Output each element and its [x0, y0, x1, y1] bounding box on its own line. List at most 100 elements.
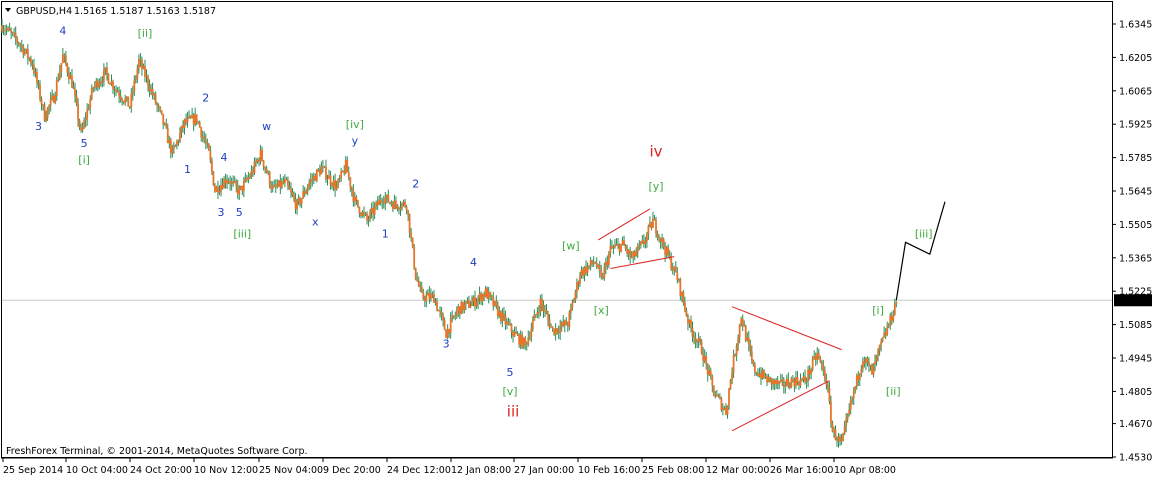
candle-body	[538, 312, 540, 314]
wave-label: [y]	[648, 180, 663, 193]
candle-body	[420, 286, 423, 292]
candle-body	[709, 370, 712, 377]
candle-body	[395, 200, 397, 205]
wave-label: [x]	[594, 304, 609, 317]
candle-body	[875, 355, 878, 362]
candle-body	[830, 401, 832, 423]
candle-body	[668, 255, 671, 257]
candle-body	[691, 328, 694, 337]
candle-body	[528, 337, 531, 339]
candle-body	[207, 144, 210, 151]
candle-body	[699, 338, 702, 343]
candle-body	[747, 337, 750, 345]
candle-body	[463, 304, 466, 311]
candle-body	[262, 160, 265, 168]
candle-body	[23, 51, 26, 55]
wave-label: x	[312, 216, 319, 229]
candle-body	[87, 108, 90, 110]
candle-body	[276, 186, 279, 188]
candle-body	[227, 180, 230, 182]
candle-body	[133, 80, 136, 92]
candle-body	[685, 310, 688, 316]
candle-body	[369, 211, 371, 220]
candle-body	[39, 84, 41, 100]
candle-body	[346, 160, 349, 173]
candle-body	[10, 30, 13, 33]
candle-body	[822, 365, 825, 371]
y-tick-label: 1.5365	[1119, 253, 1152, 264]
candle-body	[5, 29, 8, 31]
candle-body	[571, 302, 574, 308]
wave-label: 5	[81, 137, 88, 150]
candle-body	[425, 295, 428, 302]
candle-body	[711, 376, 714, 386]
candle-body	[647, 226, 650, 235]
wave-label: y	[352, 134, 359, 147]
x-tick-label: 24 Oct 20:00	[130, 465, 192, 476]
candle-body	[489, 292, 492, 296]
y-tick-label: 1.4945	[1119, 353, 1152, 364]
candle-body	[379, 199, 382, 202]
candle-body	[174, 145, 177, 147]
candle-body	[118, 92, 121, 97]
y-tick-label: 1.6065	[1119, 86, 1152, 97]
candle-body	[92, 87, 95, 89]
candle-body	[655, 220, 657, 234]
symbol-dropdown-icon[interactable]	[5, 8, 11, 12]
current-price-label: 1.5187	[1118, 296, 1151, 307]
wave-label: [iii]	[915, 228, 933, 241]
candle-body	[203, 136, 206, 141]
candle-body	[162, 113, 165, 125]
candle-body	[868, 362, 870, 365]
wave-label: [i]	[872, 304, 884, 317]
candle-body	[61, 54, 64, 64]
candle-body	[63, 54, 66, 56]
candle-body	[204, 140, 207, 144]
price-chart[interactable]: 1.6345 1.6205 1.6065 1.5925 1.5785 1.5645 1.55…	[0, 0, 1154, 479]
candle-body	[337, 179, 340, 187]
candle-body	[436, 301, 438, 311]
candle-body	[607, 253, 610, 265]
x-tick-label: 25 Nov 04:00	[259, 465, 323, 476]
candle-body	[417, 280, 420, 287]
candle-body	[137, 59, 140, 69]
wave-label: 2	[412, 177, 419, 190]
candle-body	[866, 358, 869, 363]
candle-body	[591, 260, 594, 264]
x-tick-label: 12 Mar 00:00	[706, 465, 769, 476]
candle-body	[614, 245, 616, 248]
candle-body	[89, 99, 92, 109]
candle-body	[475, 302, 478, 307]
candle-body	[48, 105, 51, 108]
candle-body	[291, 192, 294, 196]
y-tick-label: 1.5085	[1119, 320, 1152, 331]
candle-body	[315, 169, 318, 181]
candle-body	[83, 120, 86, 128]
candle-body	[271, 186, 274, 189]
wave-label: [ii]	[886, 385, 901, 398]
candle-body	[656, 233, 659, 238]
candle-body	[144, 66, 146, 78]
candle-body	[159, 106, 162, 111]
candle-body	[670, 256, 673, 270]
candle-body	[367, 219, 370, 221]
candle-body	[45, 117, 48, 121]
candle-body	[37, 82, 40, 85]
candle-body	[732, 354, 735, 373]
candle-body	[329, 175, 332, 185]
candle-body	[507, 321, 510, 325]
candle-body	[285, 178, 288, 181]
candle-body	[58, 71, 61, 80]
candle-body	[741, 318, 744, 327]
candle-body	[338, 177, 341, 180]
candle-body	[495, 301, 498, 305]
wave-label: [i]	[78, 154, 90, 167]
candle-body	[858, 373, 861, 380]
candle-body	[572, 300, 575, 303]
candle-body	[74, 88, 76, 96]
wave-label: 4	[59, 25, 66, 38]
candle-body	[373, 206, 376, 215]
candle-body	[717, 394, 720, 397]
candle-body	[131, 91, 134, 94]
candle-body	[212, 171, 215, 186]
